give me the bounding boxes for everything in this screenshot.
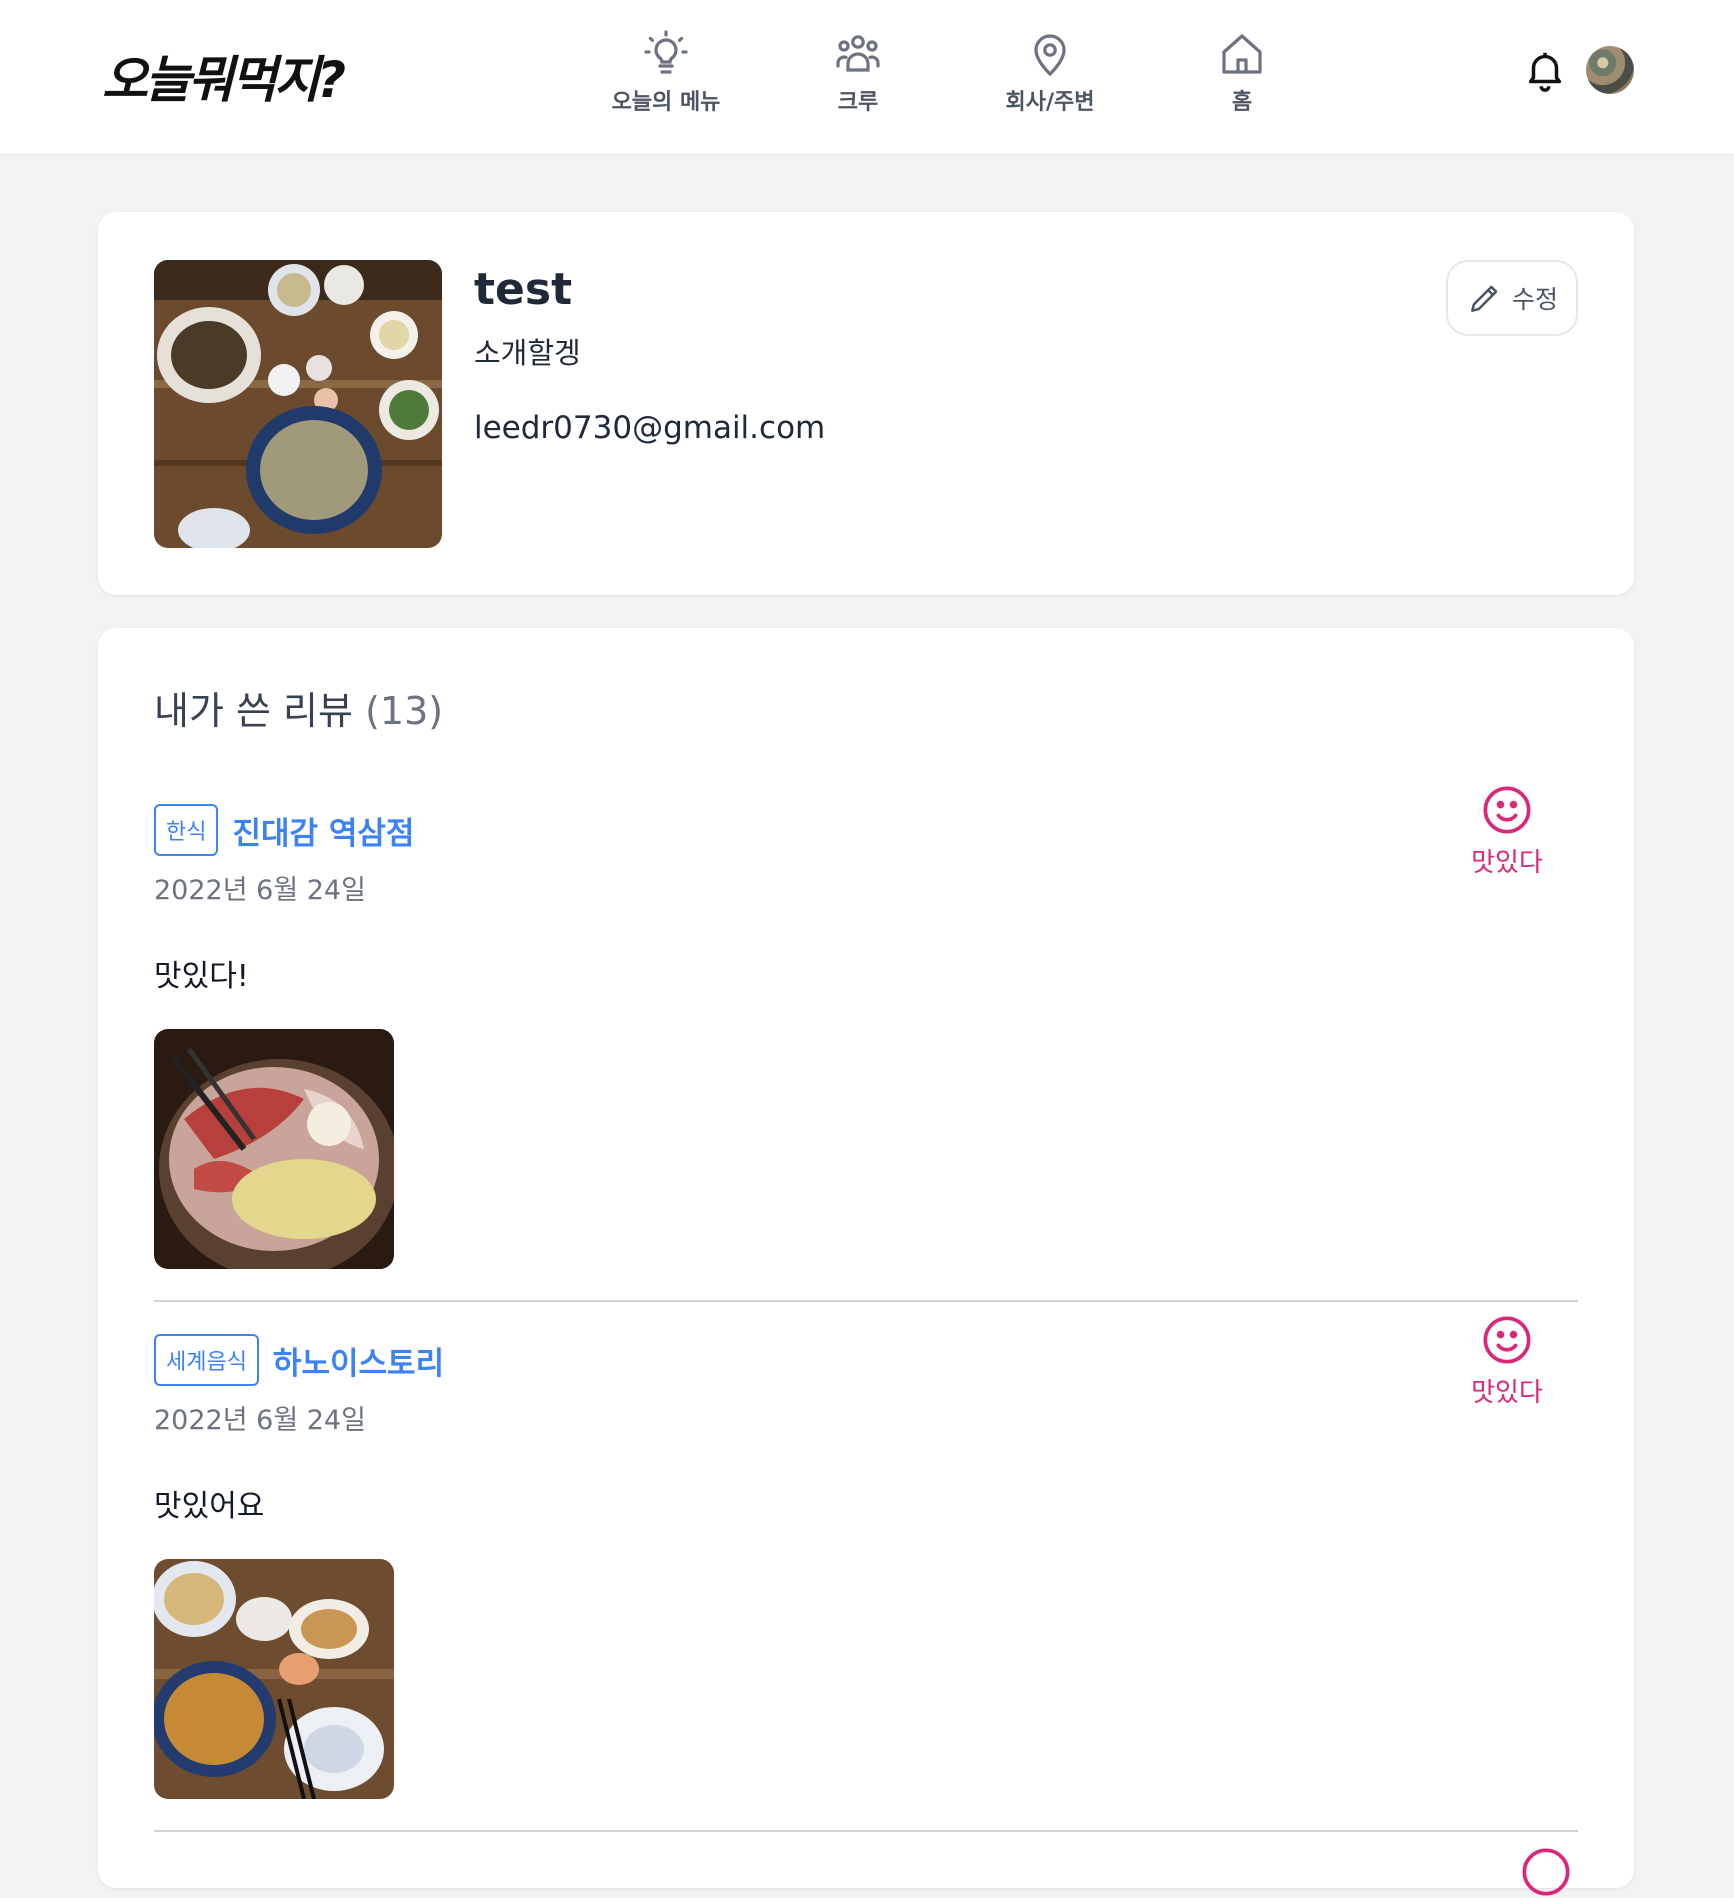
review-date: 2022년 6월 24일 [154, 1405, 366, 1436]
avatar[interactable] [1586, 46, 1634, 94]
rating-label: 맛있다 [1471, 848, 1543, 878]
smile-icon [1522, 1848, 1570, 1896]
reviews-title: 내가 쓴 리뷰 (13) [154, 680, 443, 735]
review-item: 세계음식 하노이스토리 2022년 6월 24일 맛있어요 맛있다 [154, 1316, 1578, 1799]
review-item: 한식 진대감 역삼점 2022년 6월 24일 맛있다! 맛있다 [154, 786, 1578, 1269]
profile-email: leedr0730@gmail.com [474, 410, 826, 446]
reviews-card: 내가 쓴 리뷰 (13) 한식 진대감 역삼점 2022년 6월 24일 맛있다! [98, 628, 1634, 1896]
nav-item-company[interactable]: 회사/주변 [954, 30, 1146, 116]
review-header: 세계음식 하노이스토리 [154, 1334, 1578, 1386]
profile-card: test 소개할겡 leedr0730@gmail.com 수정 [98, 212, 1634, 595]
rating-badge: 맛있다 [1462, 784, 1552, 879]
rating-badge: 맛있다 [1462, 1314, 1552, 1409]
smile-icon [1483, 786, 1531, 834]
lightbulb-icon [644, 30, 688, 74]
profile-intro: 소개할겡 [474, 336, 581, 370]
review-divider [154, 1300, 1578, 1302]
bell-icon[interactable] [1522, 46, 1568, 94]
top-header: 오늘뭐먹지? 오늘의 메뉴 크루 회사/주변 홈 [0, 0, 1734, 155]
nav-label: 오늘의 메뉴 [611, 90, 721, 115]
review-photo[interactable] [154, 1559, 394, 1799]
category-tag: 한식 [154, 804, 219, 856]
nav-item-home[interactable]: 홈 [1146, 30, 1338, 116]
review-text: 맛있다! [154, 959, 249, 994]
nav-label: 회사/주변 [1005, 90, 1095, 115]
restaurant-link[interactable]: 하노이스토리 [273, 1338, 444, 1383]
pencil-icon [1471, 285, 1498, 312]
review-date: 2022년 6월 24일 [154, 875, 366, 906]
nav-item-today-menu[interactable]: 오늘의 메뉴 [570, 30, 762, 116]
smile-icon [1483, 1316, 1531, 1364]
review-photo[interactable] [154, 1029, 394, 1269]
rating-label: 맛있다 [1471, 1378, 1543, 1408]
nav-label: 크루 [837, 90, 879, 115]
reviews-title-text: 내가 쓴 리뷰 [154, 689, 353, 733]
category-tag: 세계음식 [154, 1334, 259, 1386]
main-nav: 오늘의 메뉴 크루 회사/주변 홈 [570, 30, 1338, 116]
profile-name: test [474, 264, 573, 315]
edit-profile-button[interactable]: 수정 [1446, 260, 1578, 336]
edit-label: 수정 [1511, 285, 1558, 314]
review-divider [154, 1830, 1578, 1832]
profile-photo [154, 260, 442, 548]
nav-item-crew[interactable]: 크루 [762, 30, 954, 116]
reviews-count: (13) [365, 689, 444, 733]
review-text: 맛있어요 [154, 1489, 265, 1524]
location-pin-icon [1034, 34, 1066, 77]
home-icon [1222, 34, 1262, 74]
group-icon [836, 35, 880, 72]
restaurant-link[interactable]: 진대감 역삼점 [232, 808, 414, 853]
nav-label: 홈 [1231, 90, 1253, 115]
app-logo[interactable]: 오늘뭐먹지? [102, 40, 346, 112]
review-header: 한식 진대감 역삼점 [154, 804, 1578, 856]
